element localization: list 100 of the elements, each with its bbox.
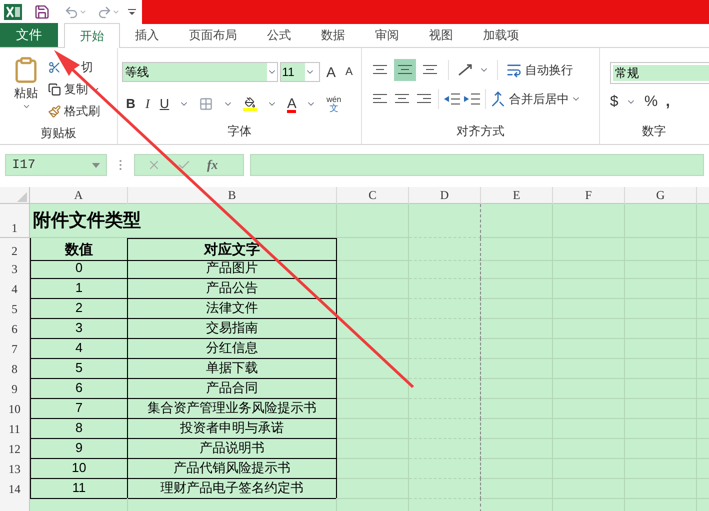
table-cell-text: 集合资产管理业务风险提示书 — [148, 399, 316, 417]
font-size-field[interactable]: 11 — [280, 62, 320, 82]
shrink-font-button[interactable]: A — [342, 64, 356, 80]
ribbon-tab[interactable]: 加载项 — [468, 23, 534, 47]
table-cell-text: 数值 — [65, 240, 93, 258]
table-cell-text: 交易指南 — [206, 319, 258, 337]
row-header[interactable]: 12 — [0, 438, 30, 458]
copy-button[interactable]: 复制 — [48, 80, 100, 98]
row-header[interactable]: 14 — [0, 478, 30, 498]
row-header[interactable]: 13 — [0, 458, 30, 478]
paste-button[interactable]: 粘贴 — [8, 56, 44, 122]
increase-indent-icon[interactable] — [463, 93, 481, 105]
save-icon[interactable] — [34, 4, 50, 20]
merge-icon — [490, 91, 506, 107]
phonetic-button[interactable]: wén 文 — [326, 95, 342, 113]
table-cell-text: 产品说明书 — [200, 439, 264, 457]
table-cell-text: 8 — [75, 419, 83, 437]
caret-icon — [22, 102, 30, 111]
table-cell-text: 6 — [75, 379, 83, 397]
table-cell-text: 产品公告 — [206, 279, 258, 297]
orientation-icon[interactable] — [457, 63, 475, 77]
align-lines-icon — [422, 64, 438, 76]
table-cell-text: 3 — [75, 319, 83, 337]
row-header[interactable]: 8 — [0, 358, 30, 378]
align-center-button[interactable] — [392, 93, 412, 105]
table-cell-text: 产品图片 — [206, 259, 258, 277]
table-cell-text: 9 — [75, 439, 83, 457]
table-cell-text: 1 — [75, 279, 83, 297]
ribbon-tab[interactable]: 公式 — [252, 23, 306, 47]
table-cell-text: 7 — [75, 399, 83, 417]
customize-toolbar-icon[interactable] — [128, 8, 136, 16]
ribbon-tab[interactable]: 页面布局 — [174, 23, 252, 47]
align-lines-icon — [397, 64, 413, 76]
underline-button[interactable]: U — [160, 94, 170, 114]
row-header[interactable]: 5 — [0, 298, 30, 318]
caret-icon[interactable] — [112, 8, 120, 16]
spreadsheet-logo-icon[interactable] — [4, 4, 22, 20]
table-cell-text: 产品代销风险提示书 — [174, 459, 290, 477]
currency-button[interactable]: $ — [610, 90, 618, 114]
redo-icon[interactable] — [97, 4, 112, 20]
number-format-field[interactable]: 常规 — [610, 62, 709, 84]
align-right-button[interactable] — [414, 93, 434, 105]
table-cell-text: 2 — [75, 299, 83, 317]
table-cell-text: 投资者申明与承诺 — [180, 419, 284, 437]
group-label: 剪贴板 — [40, 125, 76, 142]
ribbon-tab[interactable]: 数据 — [306, 23, 360, 47]
table-cell-text: 法律文件 — [206, 299, 258, 317]
group-label: 数字 — [642, 123, 666, 140]
file-tab[interactable]: 文件 — [0, 23, 58, 47]
percent-button[interactable]: % — [644, 90, 658, 114]
grow-font-button[interactable]: A — [322, 62, 340, 82]
row-header[interactable]: 7 — [0, 338, 30, 358]
merge-center-button[interactable]: 合并后居中 — [490, 90, 569, 108]
border-icon[interactable] — [199, 97, 214, 111]
ribbon-tab[interactable]: 审阅 — [360, 23, 414, 47]
middle-align-button[interactable] — [394, 59, 416, 81]
row-header[interactable]: 1 — [0, 204, 30, 238]
align-lines-icon — [372, 64, 388, 76]
formula-field[interactable] — [250, 154, 704, 176]
table-cell-text: 10 — [72, 459, 86, 477]
table-cell-text: 4 — [75, 339, 83, 357]
scissors-icon — [48, 60, 61, 74]
table-cell-text: 分红信息 — [206, 339, 258, 357]
align-left-button[interactable] — [370, 93, 390, 105]
font-name-field[interactable]: 等线 — [122, 62, 278, 82]
wrap-text-icon — [506, 62, 522, 78]
ribbon-tab[interactable]: 开始 — [64, 23, 120, 48]
font-color-button[interactable]: A — [287, 96, 296, 112]
align-lines-icon — [394, 93, 410, 105]
paintbrush-icon — [48, 104, 61, 118]
copy-icon — [48, 82, 61, 96]
format-painter-button[interactable]: 格式刷 — [48, 102, 100, 120]
table-cell-text: 0 — [75, 259, 83, 277]
cut-button[interactable]: 切 — [48, 58, 100, 76]
caret-icon — [92, 162, 100, 168]
row-header[interactable]: 6 — [0, 318, 30, 338]
table-cell-text: 单据下载 — [206, 359, 258, 377]
align-lines-icon — [372, 93, 388, 105]
table-cell-text: 理财产品电子签名约定书 — [160, 479, 304, 497]
bold-button[interactable]: B — [126, 94, 136, 114]
table-cell-text: 5 — [75, 359, 83, 377]
caret-icon[interactable] — [79, 8, 87, 16]
comma-button[interactable]: , — [666, 90, 670, 114]
table-cell-text: 对应文字 — [204, 240, 260, 259]
row-header[interactable]: 3 — [0, 258, 30, 278]
row-header[interactable]: 4 — [0, 278, 30, 298]
row-header[interactable]: 10 — [0, 398, 30, 418]
decrease-indent-icon[interactable] — [443, 93, 461, 105]
undo-icon[interactable] — [64, 4, 79, 20]
fill-color-icon[interactable] — [243, 97, 258, 111]
name-box[interactable]: I17 — [5, 154, 107, 176]
italic-button[interactable]: I — [145, 94, 150, 114]
sheet-title: 附件文件类型 — [33, 209, 141, 232]
row-header[interactable]: 11 — [0, 418, 30, 438]
row-header[interactable]: 9 — [0, 378, 30, 398]
ribbon-tab[interactable]: 插入 — [120, 23, 174, 47]
wrap-text-button[interactable]: 自动换行 — [506, 61, 573, 79]
insert-function-button[interactable]: fx — [207, 155, 218, 175]
ribbon-tab[interactable]: 视图 — [414, 23, 468, 47]
table-cell-text: 产品合同 — [206, 379, 258, 397]
